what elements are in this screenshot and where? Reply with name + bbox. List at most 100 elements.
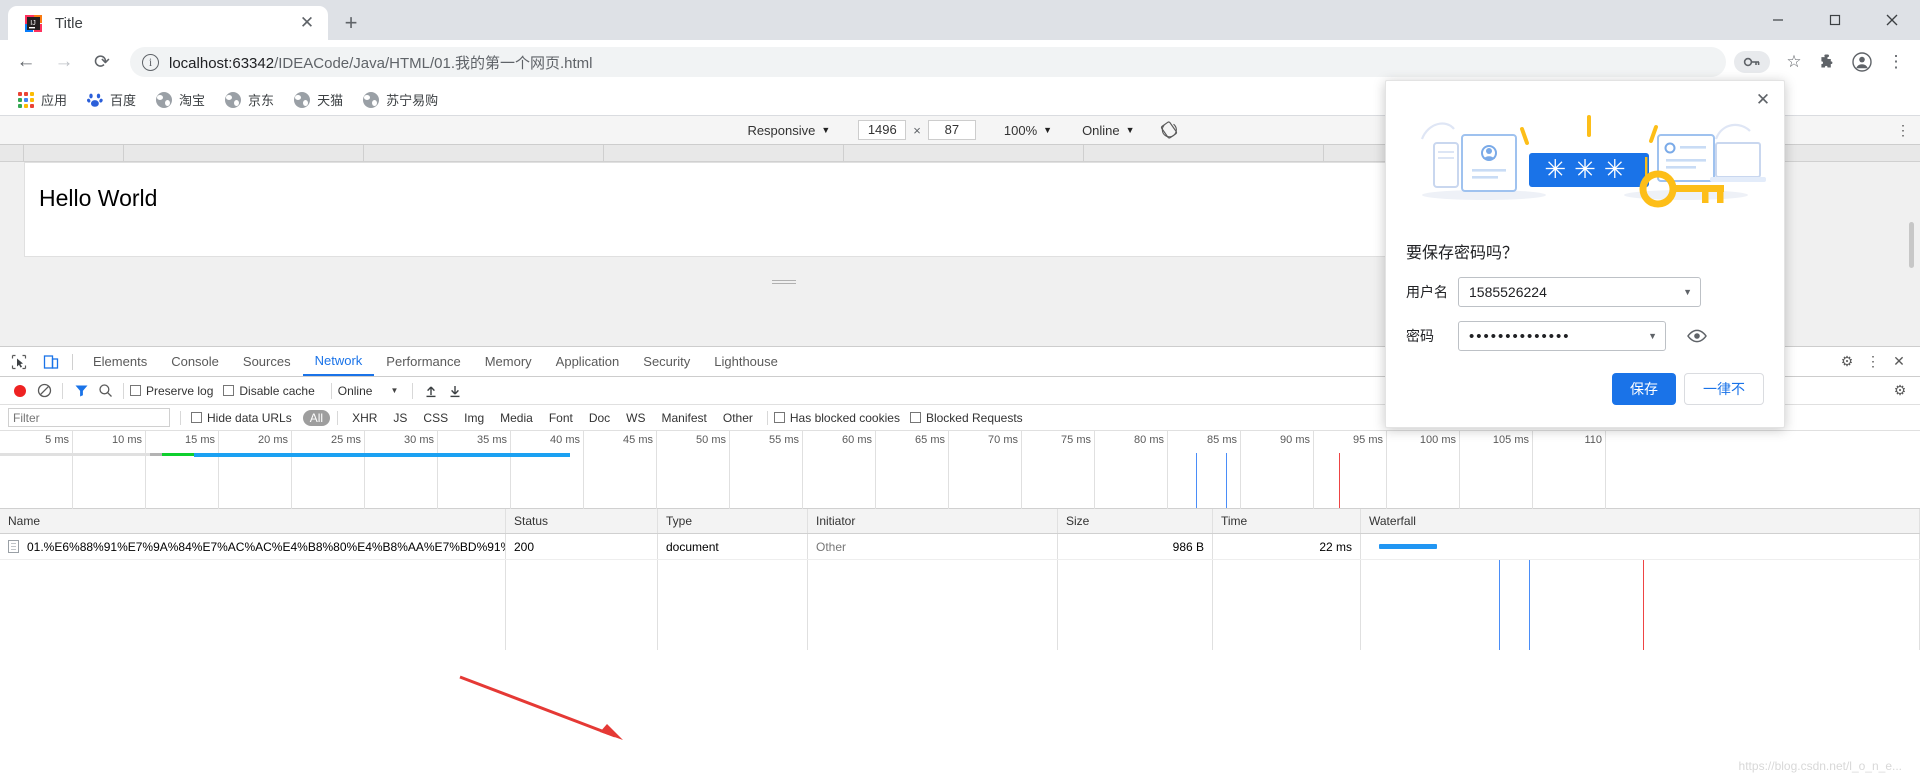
tab-performance[interactable]: Performance [374,347,472,376]
preserve-log-checkbox[interactable]: Preserve log [130,384,213,398]
chrome-menu-icon[interactable]: ⋮ [1880,46,1912,78]
inspect-element-icon[interactable] [6,349,32,375]
tab-close-icon[interactable]: ✕ [296,12,318,34]
site-info-icon[interactable]: i [142,53,159,71]
cell-initiator: Other [808,534,1058,559]
bookmark-tmall[interactable]: 天猫 [286,87,351,112]
filter-type-xhr[interactable]: XHR [345,410,384,426]
has-blocked-cookies-checkbox[interactable]: Has blocked cookies [773,411,900,425]
clear-network-icon[interactable] [32,380,56,402]
device-select[interactable]: Responsive ▼ [741,123,836,138]
column-header-waterfall[interactable]: Waterfall [1361,509,1920,533]
profile-avatar-icon[interactable] [1846,46,1878,78]
page-scrollbar[interactable] [1909,222,1914,268]
eye-icon[interactable] [1682,321,1712,351]
bookmark-jd[interactable]: 京东 [217,87,282,112]
disable-cache-checkbox[interactable]: Disable cache [223,384,315,398]
bookmark-baidu[interactable]: 百度 [79,87,144,112]
column-header-time[interactable]: Time [1213,509,1361,533]
chevron-down-icon[interactable]: ▼ [1648,331,1657,341]
network-throttling-select[interactable]: Online ▼ [338,384,399,398]
viewport-resize-handle[interactable] [772,280,796,284]
record-button[interactable] [8,380,32,402]
timeline-stalled-bar [150,453,162,456]
zoom-select[interactable]: 100% ▼ [998,123,1058,138]
filter-type-font[interactable]: Font [542,410,580,426]
bookmark-taobao[interactable]: 淘宝 [148,87,213,112]
chevron-down-icon[interactable]: ▼ [1683,287,1692,297]
column-header-type[interactable]: Type [658,509,808,533]
rotate-device-icon[interactable] [1159,120,1179,140]
close-window-button[interactable] [1863,0,1920,40]
column-header-initiator[interactable]: Initiator [808,509,1058,533]
tab-application[interactable]: Application [544,347,632,376]
username-row: 用户名 1585526224 ▼ [1386,263,1784,307]
close-devtools-icon[interactable]: ✕ [1886,349,1912,375]
network-timeline-overview[interactable]: 5 ms 10 ms 15 ms 20 ms 25 ms 30 ms 35 ms… [0,431,1920,509]
toggle-device-toolbar-icon[interactable] [38,349,64,375]
timeline-tick: 40 ms [550,434,580,446]
extensions-puzzle-icon[interactable] [1812,46,1844,78]
device-toolbar-more-icon[interactable]: ⋮ [1896,123,1910,137]
filter-type-other[interactable]: Other [716,410,760,426]
save-password-button[interactable]: 保存 [1612,373,1676,405]
filter-type-img[interactable]: Img [457,410,491,426]
maximize-button[interactable] [1806,0,1863,40]
timeline-tick: 20 ms [258,434,288,446]
new-tab-button[interactable]: + [334,6,368,40]
dialog-title: 要保存密码吗？ [1406,245,1519,262]
export-har-icon[interactable] [443,380,467,402]
tab-elements[interactable]: Elements [81,347,159,376]
tab-network[interactable]: Network [302,347,375,376]
blocked-requests-checkbox[interactable]: Blocked Requests [909,411,1023,425]
filter-type-css[interactable]: CSS [416,410,455,426]
filter-type-js[interactable]: JS [386,410,414,426]
throttling-select[interactable]: Online ▼ [1076,123,1141,138]
network-settings-gear-icon[interactable]: ⚙ [1888,380,1912,402]
browser-tab[interactable]: IJ Title ✕ [8,6,328,40]
tab-sources[interactable]: Sources [231,347,303,376]
forward-button[interactable]: → [46,44,82,80]
filter-icon[interactable] [69,380,93,402]
address-bar[interactable]: i localhost:63342/IDEACode/Java/HTML/01.… [130,47,1726,77]
apps-grid-icon [18,91,34,108]
more-options-icon[interactable]: ⋮ [1860,349,1886,375]
device-toolbar-controls: Responsive ▼ 1496 × 87 100% ▼ Online ▼ [741,120,1178,140]
filter-input[interactable] [8,408,170,427]
minimize-button[interactable] [1749,0,1806,40]
filter-type-doc[interactable]: Doc [582,410,617,426]
chevron-down-icon: ▼ [821,125,831,135]
bookmark-apps[interactable]: 应用 [10,87,75,112]
svg-text:IJ: IJ [30,20,35,27]
tab-console[interactable]: Console [159,347,231,376]
column-header-size[interactable]: Size [1058,509,1213,533]
viewport-height-input[interactable]: 87 [927,120,976,140]
filter-type-ws[interactable]: WS [619,410,652,426]
tab-lighthouse[interactable]: Lighthouse [702,347,790,376]
never-save-button[interactable]: 一律不 [1684,373,1764,405]
filter-type-media[interactable]: Media [493,410,540,426]
settings-gear-icon[interactable]: ⚙ [1834,349,1860,375]
viewport-width-input[interactable]: 1496 [858,120,907,140]
tab-security[interactable]: Security [631,347,702,376]
preserve-log-label: Preserve log [146,383,214,398]
bookmark-star-icon[interactable]: ☆ [1778,46,1810,78]
username-field[interactable]: 1585526224 ▼ [1458,277,1701,307]
filter-type-manifest[interactable]: Manifest [655,410,714,426]
search-icon[interactable] [93,380,117,402]
bookmark-suning[interactable]: 苏宁易购 [355,87,446,112]
tab-memory[interactable]: Memory [473,347,544,376]
table-row[interactable]: 01.%E6%88%91%E7%9A%84%E7%AC%AC%E4%B8%80%… [0,534,1920,560]
back-button[interactable]: ← [8,44,44,80]
column-header-name[interactable]: Name [0,509,506,533]
filter-type-all[interactable]: All [302,409,331,426]
timeline-tick: 90 ms [1280,434,1310,446]
timeline-download-bar [194,453,570,457]
password-field[interactable]: •••••••••••••• ▼ [1458,321,1666,351]
save-password-dialog: ✕ ✳✳✳ 要保存密码吗？ 用户名 1585526224 ▼ 密码 ••••••… [1385,80,1785,428]
password-key-icon[interactable] [1734,51,1770,73]
column-header-status[interactable]: Status [506,509,658,533]
hide-data-urls-checkbox[interactable]: Hide data URLs [191,411,292,425]
reload-button[interactable]: ⟳ [84,44,120,80]
import-har-icon[interactable] [419,380,443,402]
